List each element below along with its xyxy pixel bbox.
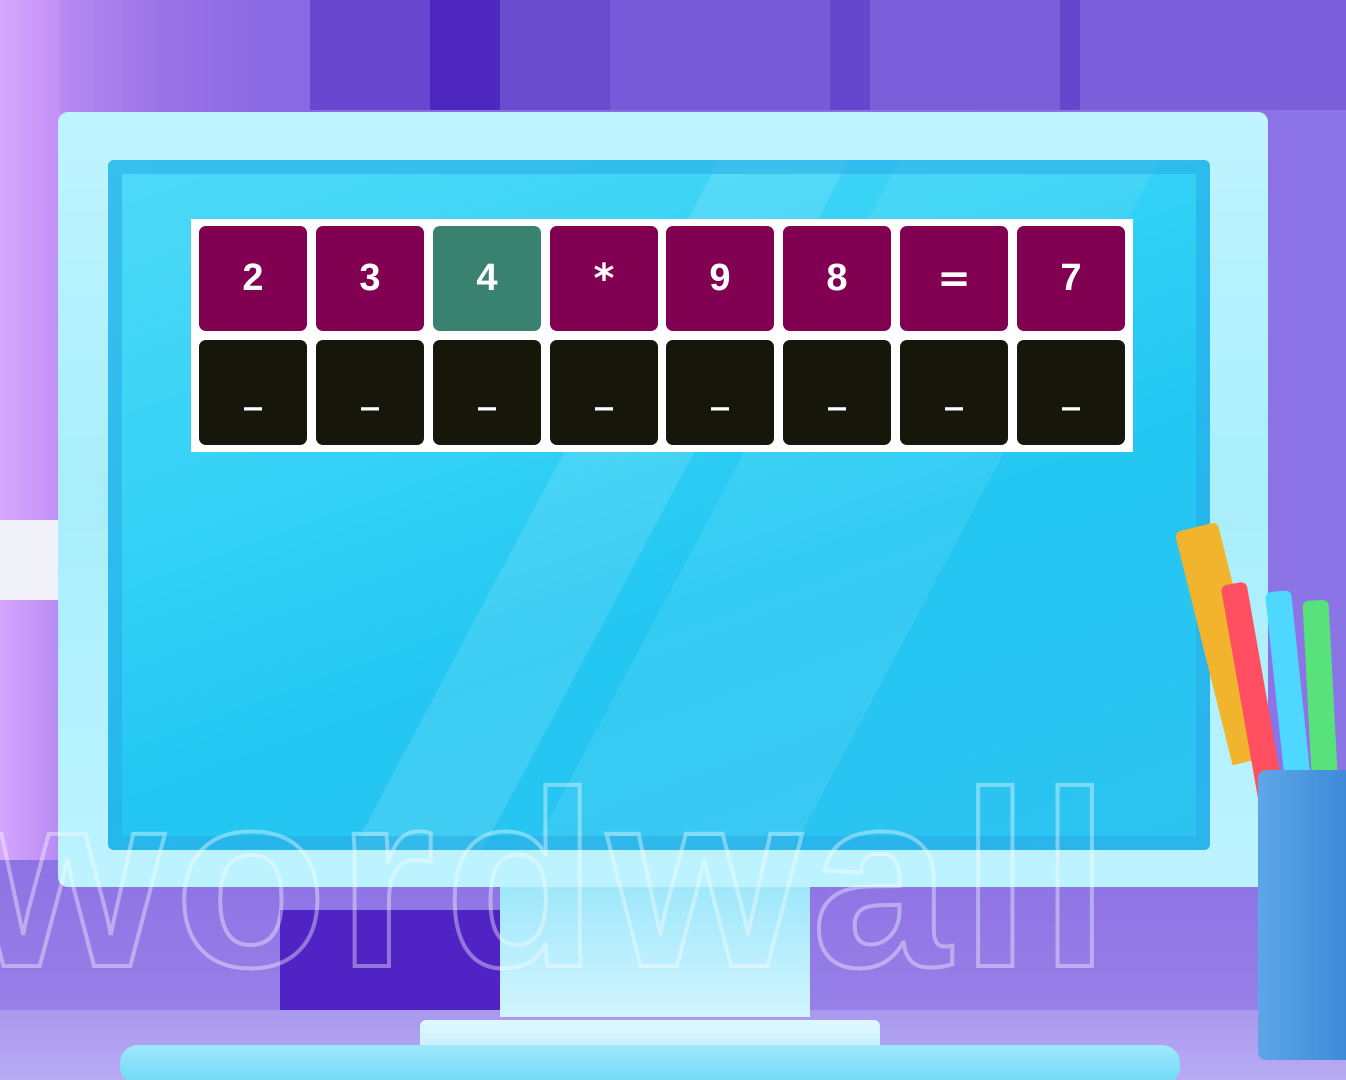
curtain-panel [610,0,830,110]
slot-placeholder: _ [711,369,729,411]
answer-tile[interactable]: 7 [1017,226,1125,331]
answer-slot[interactable]: _ [199,340,307,445]
slot-placeholder: _ [244,369,262,411]
answer-slot[interactable]: _ [783,340,891,445]
wall-left [0,0,60,520]
answer-slot[interactable]: _ [550,340,658,445]
answer-slot[interactable]: _ [433,340,541,445]
curtain-panel [500,0,610,110]
curtain-panel [870,0,1060,110]
slot-placeholder: _ [1062,369,1080,411]
answer-tile[interactable]: 9 [666,226,774,331]
answer-slot[interactable]: _ [900,340,1008,445]
answer-tile[interactable]: = [900,226,1008,331]
slot-placeholder: _ [361,369,379,411]
answer-tile[interactable]: 8 [783,226,891,331]
keyboard [120,1045,1180,1080]
answer-tile[interactable]: * [550,226,658,331]
answer-tile[interactable]: 3 [316,226,424,331]
answer-slot[interactable]: _ [1017,340,1125,445]
answer-slot[interactable]: _ [666,340,774,445]
curtain-panel [1080,0,1346,110]
slot-placeholder: _ [945,369,963,411]
curtain-panel [830,0,870,110]
shelf [0,520,60,600]
curtain-panel [310,0,430,110]
game-background: wordwall [0,0,1346,1080]
answer-tile[interactable]: 2 [199,226,307,331]
curtain-panel [1060,0,1080,110]
curtain-panel [430,0,500,110]
slot-placeholder: _ [828,369,846,411]
game-board: 2 3 4 * 9 8 = 7 _ _ _ _ _ _ _ _ [191,219,1133,452]
answer-slot[interactable]: _ [316,340,424,445]
slot-placeholder: _ [478,369,496,411]
watermark: wordwall [0,740,1120,1019]
slot-placeholder: _ [595,369,613,411]
answer-tile[interactable]: 4 [433,226,541,331]
